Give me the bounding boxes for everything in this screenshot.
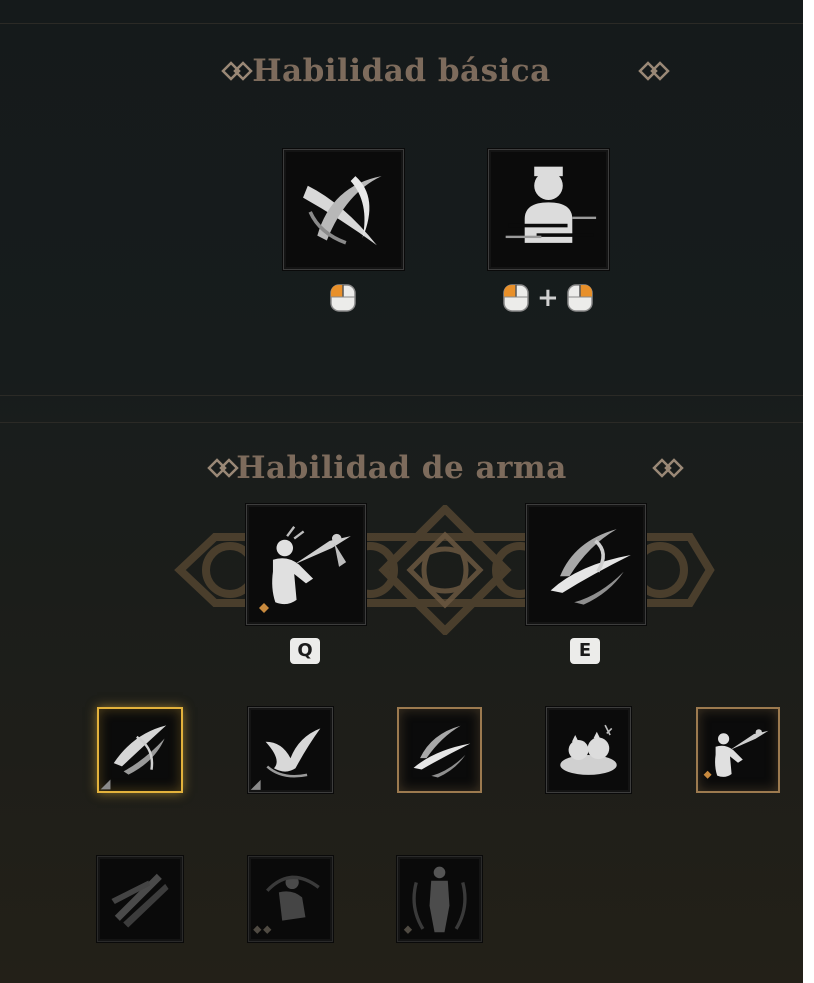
crescent-slash-icon (303, 176, 382, 246)
divider (0, 395, 803, 396)
divider (0, 23, 803, 24)
weapon-skill-option-4[interactable] (546, 707, 631, 793)
left-mouse-icon (503, 284, 529, 312)
basic-skill-slot-1[interactable] (283, 149, 404, 270)
left-mouse-icon (330, 284, 356, 312)
weapon-skill-option-2[interactable] (248, 707, 333, 793)
dodge-silhouette-icon (505, 166, 597, 243)
weapon-section-header: Habilidad de arma (0, 443, 803, 493)
skills-panel: Habilidad básica + Habilidad de arma Q E (0, 0, 803, 983)
kick-strike-icon (703, 729, 769, 779)
ornament-icon (652, 458, 684, 478)
weapon-skill-e-slot[interactable] (526, 504, 646, 625)
weapon-skill-option-1[interactable] (97, 707, 183, 793)
section-title-basic: Habilidad básica (252, 53, 551, 89)
upgrade-diamond-icon (259, 603, 269, 613)
divider (0, 422, 803, 423)
standing-warrior-icon (403, 866, 467, 934)
weapon-skill-option-5[interactable] (696, 707, 780, 793)
basic-section-header: Habilidad básica (0, 46, 803, 96)
weapon-skill-q-slot[interactable] (246, 504, 366, 625)
weapon-skill-option-6[interactable] (97, 856, 183, 942)
weapon-skill-option-7[interactable] (248, 856, 333, 942)
weapon-skill-option-8[interactable] (397, 856, 482, 942)
wind-slash-icon (550, 529, 631, 605)
key-q-badge: Q (290, 638, 320, 664)
shadow-crouch-icon (253, 875, 320, 934)
bird-wind-icon (250, 728, 321, 790)
right-mouse-icon (567, 284, 593, 312)
basic-skill-slot-2[interactable] (488, 149, 609, 270)
cloud-creatures-icon (560, 724, 617, 775)
weapon-skill-option-3[interactable] (397, 707, 482, 793)
daggers-icon (111, 873, 169, 928)
combo-plus: + (537, 283, 559, 313)
wind-slash-icon (413, 725, 471, 778)
key-e-badge: E (570, 638, 600, 664)
blade-swirl-icon (100, 725, 167, 790)
window-edge (803, 0, 814, 983)
ornament-icon (638, 61, 670, 81)
